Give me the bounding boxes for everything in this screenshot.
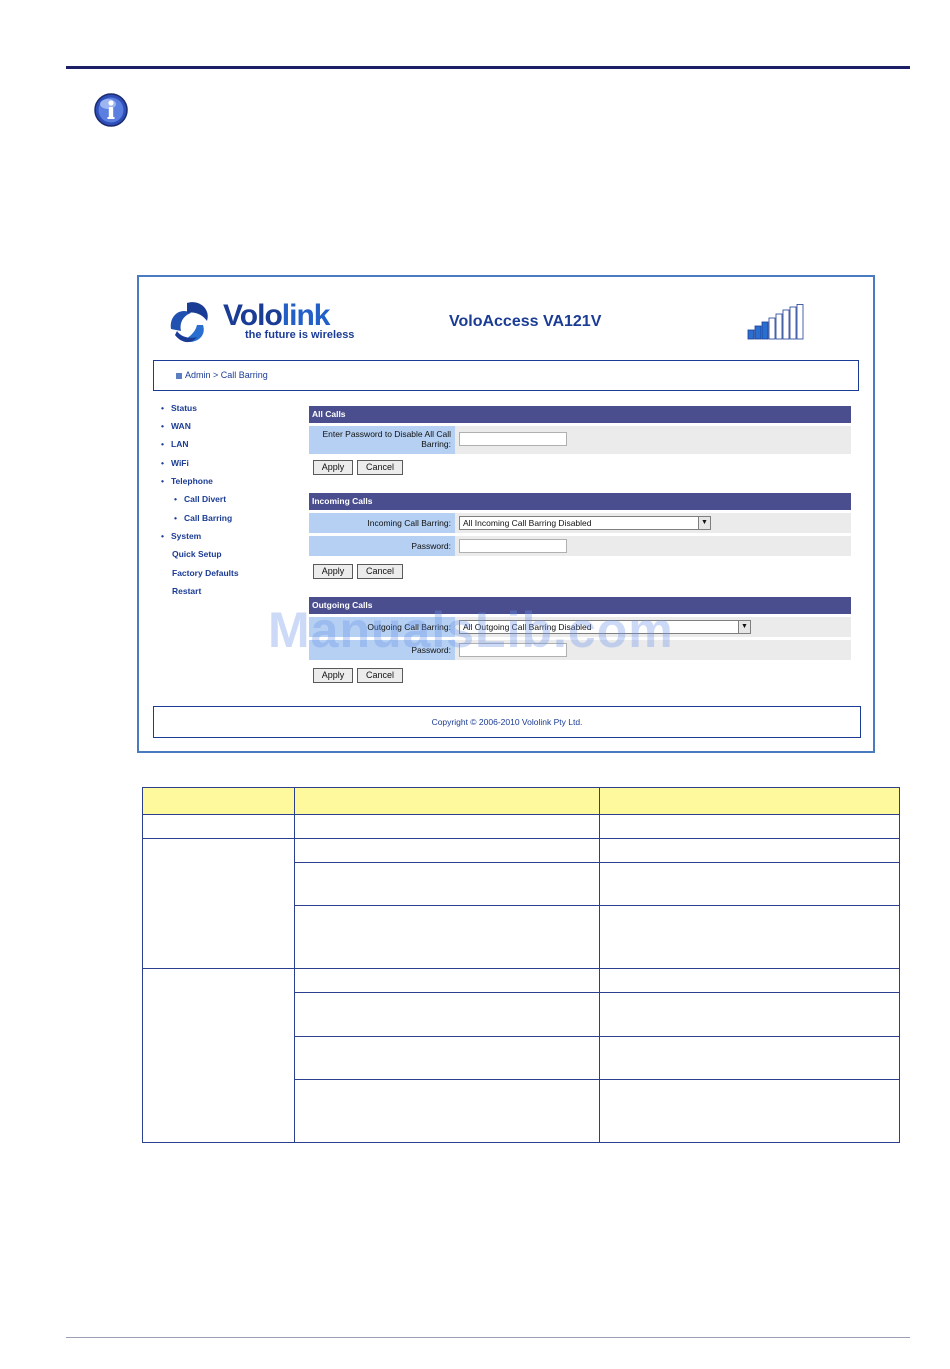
router-admin-screenshot: Vololink the future is wireless VoloAcce… <box>137 275 875 753</box>
table-cell <box>142 968 295 1143</box>
table-row <box>142 968 900 1143</box>
table-cell <box>293 905 601 969</box>
table-row <box>142 814 900 839</box>
table-cell <box>599 905 900 969</box>
table-header-cell <box>293 787 601 815</box>
breadcrumb-text[interactable]: Admin > Call Barring <box>185 370 268 380</box>
table-cell <box>293 992 601 1037</box>
table-cell <box>599 1079 900 1143</box>
nav-quick-setup[interactable]: Quick Setup <box>172 549 222 559</box>
nav-status[interactable]: • Status <box>161 403 197 413</box>
nav-call-divert[interactable]: • Call Divert <box>174 494 226 504</box>
all-calls-header: All Calls <box>309 406 851 423</box>
nav-system[interactable]: • System <box>161 531 201 541</box>
incoming-password-label: Password: <box>309 536 455 556</box>
table-cell <box>599 968 900 993</box>
nav-restart[interactable]: Restart <box>172 586 201 596</box>
outgoing-cancel-button[interactable]: Cancel <box>357 668 403 683</box>
copyright-text: Copyright © 2006-2010 Vololink Pty Ltd. <box>431 717 583 727</box>
incoming-calls-header: Incoming Calls <box>309 493 851 510</box>
footer-rule <box>66 1337 910 1338</box>
outgoing-apply-button[interactable]: Apply <box>313 668 353 683</box>
incoming-apply-button[interactable]: Apply <box>313 564 353 579</box>
table-cell <box>293 968 601 993</box>
product-title: VoloAccess VA121V <box>449 313 602 330</box>
nav-wifi[interactable]: • WiFi <box>161 458 189 468</box>
table-cell <box>599 992 900 1037</box>
incoming-password-input[interactable] <box>459 539 567 553</box>
table-cell <box>599 838 900 863</box>
table-cell <box>142 814 295 839</box>
nav-telephone[interactable]: • Telephone <box>161 476 213 486</box>
nav-lan[interactable]: • LAN <box>161 439 188 449</box>
all-calls-password-row: Enter Password to Disable All Call Barri… <box>309 426 851 454</box>
table-cell <box>599 814 900 839</box>
table-cell <box>599 1036 900 1080</box>
table-cell <box>599 862 900 906</box>
incoming-barring-row: Incoming Call Barring: All Incoming Call… <box>309 513 851 533</box>
table-cell <box>293 814 601 839</box>
watermark: ManualsLib.com <box>268 602 674 658</box>
table-cell <box>293 838 601 863</box>
chevron-down-icon[interactable]: ▼ <box>698 517 710 529</box>
nav-call-barring[interactable]: • Call Barring <box>174 513 232 523</box>
table-cell <box>293 1079 601 1143</box>
brand-tagline: the future is wireless <box>245 329 355 341</box>
table-cell <box>142 838 295 969</box>
table-cell <box>293 1036 601 1080</box>
settings-description-table <box>142 787 900 1143</box>
incoming-cancel-button[interactable]: Cancel <box>357 564 403 579</box>
chevron-down-icon[interactable]: ▼ <box>738 621 750 633</box>
incoming-barring-select[interactable]: All Incoming Call Barring Disabled ▼ <box>459 516 711 530</box>
all-calls-cancel-button[interactable]: Cancel <box>357 460 403 475</box>
incoming-password-row: Password: <box>309 536 851 556</box>
all-calls-apply-button[interactable]: Apply <box>313 460 353 475</box>
signal-strength-icon <box>747 304 804 340</box>
all-calls-password-input[interactable] <box>459 432 567 446</box>
brand-name: Vololink <box>223 299 330 332</box>
nav-wan[interactable]: • WAN <box>161 421 191 431</box>
incoming-barring-label: Incoming Call Barring: <box>309 513 455 533</box>
table-header-row <box>142 787 900 815</box>
table-header-cell <box>142 787 295 815</box>
nav-factory-defaults[interactable]: Factory Defaults <box>172 568 239 578</box>
table-cell <box>293 862 601 906</box>
header-rule <box>66 66 910 69</box>
table-header-cell <box>599 787 900 815</box>
copyright-footer: Copyright © 2006-2010 Vololink Pty Ltd. <box>153 706 861 738</box>
breadcrumb-square-icon <box>176 372 182 379</box>
info-icon <box>94 93 128 127</box>
all-calls-password-label: Enter Password to Disable All Call Barri… <box>309 426 455 454</box>
table-row <box>142 838 900 969</box>
breadcrumb: Admin > Call Barring <box>153 360 859 391</box>
